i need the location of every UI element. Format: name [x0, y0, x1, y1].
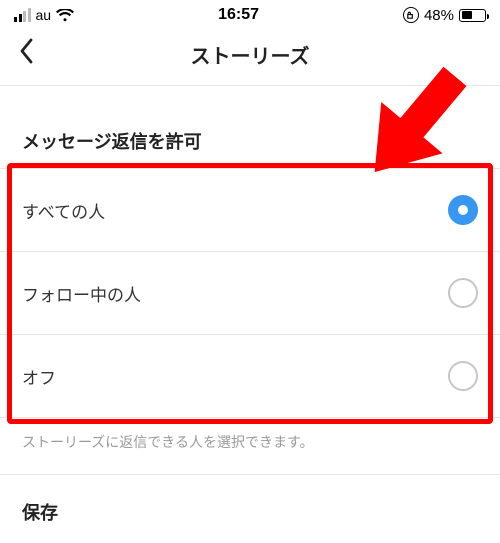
back-button[interactable]: [10, 34, 44, 68]
chevron-left-icon: [19, 37, 35, 65]
page-title: ストーリーズ: [191, 40, 310, 69]
option-label: フォロー中の人: [22, 281, 141, 306]
nav-header: ストーリーズ: [0, 26, 500, 86]
option-everyone[interactable]: すべての人: [0, 169, 500, 252]
wifi-icon: [56, 9, 74, 22]
radio-unselected-icon: [448, 361, 478, 391]
status-left: au: [14, 7, 74, 23]
section-title-save: 保存: [0, 475, 500, 543]
section-hint: ストーリーズに返信できる人を選択できます。: [0, 418, 500, 475]
status-bar: au 16:57 48%: [0, 0, 500, 26]
carrier-label: au: [36, 7, 52, 23]
clock-text: 16:57: [218, 6, 259, 23]
signal-icon: [14, 8, 31, 22]
option-label: すべての人: [22, 198, 105, 223]
option-label: オフ: [22, 364, 56, 389]
status-time: 16:57: [74, 6, 403, 24]
rotation-lock-icon: [403, 7, 419, 23]
option-following[interactable]: フォロー中の人: [0, 252, 500, 335]
section-title-replies: メッセージ返信を許可: [0, 86, 500, 169]
radio-unselected-icon: [448, 278, 478, 308]
battery-icon: [459, 9, 486, 22]
option-off[interactable]: オフ: [0, 335, 500, 418]
options-group: すべての人 フォロー中の人 オフ: [0, 169, 500, 418]
radio-selected-icon: [448, 195, 478, 225]
status-right: 48%: [403, 7, 486, 24]
battery-percent: 48%: [424, 7, 454, 24]
